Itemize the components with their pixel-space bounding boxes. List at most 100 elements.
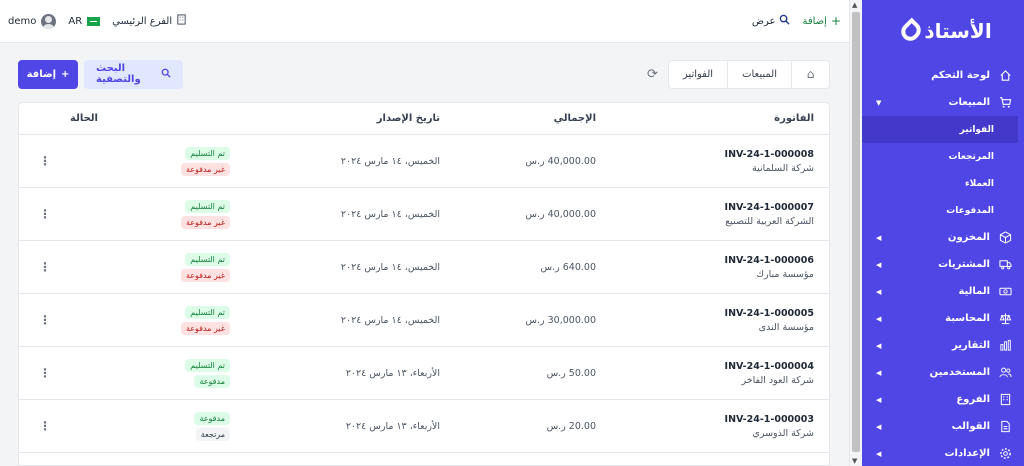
status-badge: تم التسليم	[185, 252, 230, 266]
issue-date: الخميس، ١٤ مارس ٢٠٢٤	[340, 208, 440, 220]
top-add-link[interactable]: إضافة +	[802, 14, 841, 28]
header-status[interactable]: الحالة	[70, 113, 240, 124]
scroll-down-arrow-icon[interactable]: ▼	[852, 457, 857, 465]
sidebar-item-8[interactable]: المالية ◀	[862, 278, 1024, 305]
invoice-cell: INV-24-1-000003 شركة الذوسري	[606, 414, 829, 439]
sidebar-nav: لوحة التحكم المبيعات ▼ الفواتير المرتجعات الع…	[862, 62, 1024, 466]
logo: الأستاذ	[862, 0, 1024, 62]
sidebar-item-6[interactable]: المخزون ◀	[862, 224, 1024, 251]
action-buttons: إضافة + البحث والتصفية	[18, 59, 183, 89]
issue-date: الخميس، ١٤ مارس ٢٠٢٤	[340, 314, 440, 326]
status-cell: تم التسليم غير مدفوعة	[70, 252, 240, 282]
caret-left-icon: ◀	[876, 287, 882, 296]
status-badge: تم التسليم	[185, 358, 230, 372]
table-row[interactable]: INV-24-1-000005 مؤسسة الندى 30,000.00 ر.س ا…	[19, 294, 829, 347]
more-vertical-icon[interactable]: ⋮	[39, 154, 51, 168]
header-total[interactable]: الإجمالي	[450, 113, 606, 124]
add-invoice-button[interactable]: إضافة +	[18, 59, 78, 89]
caret-down-icon: ▼	[876, 98, 882, 107]
breadcrumb-sales[interactable]: المبيعات	[727, 60, 791, 88]
sidebar-item-4[interactable]: العملاء	[862, 170, 1024, 197]
invoice-number[interactable]: INV-24-1-000004	[606, 361, 814, 372]
sidebar-item-11[interactable]: المستخدمين ◀	[862, 359, 1024, 386]
status-badge: تم التسليم	[185, 305, 230, 319]
scroll-up-arrow-icon[interactable]: ▲	[852, 1, 857, 9]
row-actions: ⋮	[19, 313, 70, 327]
box-icon	[998, 231, 1012, 245]
status-badge: غير مدفوعة	[180, 215, 230, 229]
sidebar-item-label: الإعدادات	[944, 448, 990, 459]
sidebar-item-1[interactable]: المبيعات ▼	[862, 89, 1024, 116]
table-row[interactable]: INV-24-1-000008 شركة السلمانية 40,000.00 ر…	[19, 135, 829, 188]
customer-name: شركة السلمانية	[752, 162, 814, 174]
invoice-total: 30,000.00 ر.س	[525, 314, 596, 326]
invoice-number[interactable]: INV-24-1-000003	[606, 414, 814, 425]
sidebar-item-label: المحاسبة	[945, 313, 990, 324]
invoice-total: 40,000.00 ر.س	[525, 155, 596, 167]
table-row[interactable]: INV-24-1-000006 مؤسسة مبارك 640.00 ر.س الخم…	[19, 241, 829, 294]
branch-selector[interactable]: الفرع الرئيسي	[112, 14, 187, 28]
invoice-number[interactable]: INV-24-1-000008	[606, 149, 814, 160]
table-row[interactable]: INV-24-1-000007 الشركة العربية للتصنيع 40,…	[19, 188, 829, 241]
view-link[interactable]: عرض	[752, 14, 791, 28]
status-badge: تم التسليم	[185, 199, 230, 213]
sidebar-item-0[interactable]: لوحة التحكم	[862, 62, 1024, 89]
status-badge: غير مدفوعة	[180, 321, 230, 335]
header-status-label: الحالة	[70, 113, 98, 124]
home-icon[interactable]: ⌂	[791, 60, 829, 88]
sidebar-item-label: القوالب	[951, 421, 990, 432]
more-vertical-icon[interactable]: ⋮	[39, 260, 51, 274]
status-badge: غير مدفوعة	[180, 162, 230, 176]
sidebar-item-12[interactable]: الفروع ◀	[862, 386, 1024, 413]
search-icon	[779, 14, 791, 28]
status-badge: تم التسليم	[185, 146, 230, 160]
status-cell: مدفوعة مرتجعة	[70, 411, 240, 441]
user-menu[interactable]: demo	[8, 13, 57, 29]
sidebar-item-14[interactable]: الإعدادات ◀	[862, 440, 1024, 466]
more-vertical-icon[interactable]: ⋮	[39, 313, 51, 327]
invoice-number[interactable]: INV-24-1-000006	[606, 255, 814, 266]
language-label: AR	[68, 15, 83, 27]
table-row[interactable]: INV-24-1-000004 شركة العود الفاخر 50.00 ر.…	[19, 347, 829, 400]
sidebar-item-10[interactable]: التقارير ◀	[862, 332, 1024, 359]
issue-date: الأربعاء، ١٣ مارس ٢٠٢٤	[345, 367, 440, 379]
invoice-total: 20.00 ر.س	[546, 420, 596, 432]
gear-icon	[998, 447, 1012, 461]
more-vertical-icon[interactable]: ⋮	[39, 419, 51, 433]
customer-name: شركة الذوسري	[752, 427, 814, 439]
invoice-number[interactable]: INV-24-1-000007	[606, 202, 814, 213]
sidebar: الأستاذ لوحة التحكم المبيعات ▼ الفواتير المر…	[862, 0, 1024, 466]
sidebar-item-7[interactable]: المشتريات ◀	[862, 251, 1024, 278]
sidebar-item-3[interactable]: المرتجعات	[862, 143, 1024, 170]
saudi-flag-icon	[87, 16, 101, 26]
caret-left-icon: ◀	[876, 341, 882, 350]
sidebar-item-5[interactable]: المدفوعات	[862, 197, 1024, 224]
vertical-scrollbar[interactable]: ▲ ▼	[849, 0, 862, 466]
header-date[interactable]: تاريخ الإصدار	[240, 113, 450, 124]
sidebar-item-label: المستخدمين	[929, 367, 990, 378]
scrollbar-thumb[interactable]	[852, 12, 860, 452]
row-actions: ⋮	[19, 366, 70, 380]
caret-left-icon: ◀	[876, 449, 882, 458]
sidebar-item-2[interactable]: الفواتير	[862, 116, 1018, 143]
language-switch[interactable]: AR	[68, 15, 101, 27]
page-toolbar: إضافة + البحث والتصفية ⟳ الفواتير المبيع…	[18, 59, 830, 89]
invoice-number[interactable]: INV-24-1-000005	[606, 308, 814, 319]
refresh-icon[interactable]: ⟳	[647, 67, 658, 82]
sidebar-item-label: الفروع	[956, 394, 990, 405]
sidebar-item-label: المرتجعات	[948, 151, 994, 162]
breadcrumb-area: ⟳ الفواتير المبيعات ⌂	[647, 59, 830, 89]
sidebar-item-label: التقارير	[952, 340, 990, 351]
view-label: عرض	[751, 15, 776, 27]
sidebar-item-13[interactable]: القوالب ◀	[862, 413, 1024, 440]
header-invoice[interactable]: الفاتورة	[606, 113, 829, 124]
table-row[interactable]: INV-24-1-000003 شركة الذوسري 20.00 ر.س الأر…	[19, 400, 829, 453]
plus-icon: +	[61, 68, 70, 80]
search-filter-button[interactable]: البحث والتصفية	[84, 59, 183, 89]
more-vertical-icon[interactable]: ⋮	[39, 366, 51, 380]
cart-icon	[998, 96, 1012, 110]
sidebar-item-label: المدفوعات	[946, 205, 994, 216]
sidebar-item-9[interactable]: المحاسبة ◀	[862, 305, 1024, 332]
more-vertical-icon[interactable]: ⋮	[39, 207, 51, 221]
status-badge: مدفوعة	[194, 411, 230, 425]
